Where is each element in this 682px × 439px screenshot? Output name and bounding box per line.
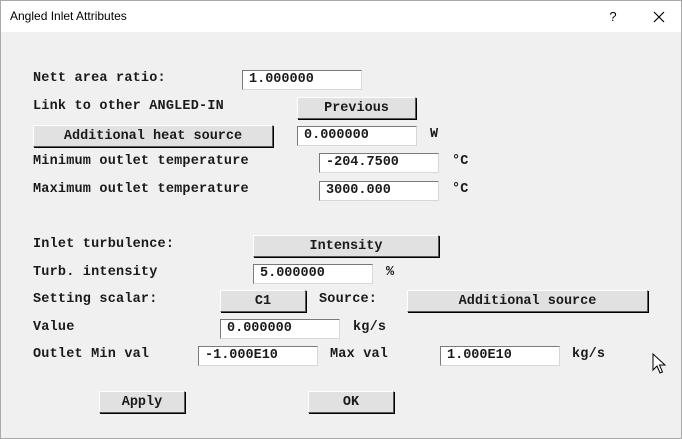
additional-source-button[interactable]: Additional source — [407, 290, 648, 312]
outlet-range-unit: kg/s — [572, 347, 606, 362]
outlet-min-val-field[interactable]: -1.000E10 — [198, 346, 318, 366]
max-val-label: Max val — [330, 347, 389, 362]
setting-scalar-label: Setting scalar: — [33, 292, 158, 307]
additional-heat-source-button[interactable]: Additional heat source — [33, 125, 273, 147]
heat-source-unit: W — [430, 127, 439, 142]
turb-intensity-unit: % — [386, 265, 395, 280]
scalar-c1-button[interactable]: C1 — [220, 290, 306, 312]
source-label: Source: — [319, 292, 378, 307]
turb-intensity-field[interactable]: 5.000000 — [253, 264, 373, 284]
help-icon: ? — [609, 9, 617, 24]
close-button[interactable] — [637, 1, 681, 32]
window-title: Angled Inlet Attributes — [10, 9, 127, 23]
min-outlet-temp-field[interactable]: -204.7500 — [319, 153, 439, 173]
intensity-button[interactable]: Intensity — [253, 235, 439, 257]
dialog-window: Angled Inlet Attributes ? — [0, 0, 682, 439]
link-angled-in-label: Link to other ANGLED-IN — [33, 99, 224, 114]
max-outlet-temp-field[interactable]: 3000.000 — [319, 181, 439, 201]
min-outlet-temp-unit: °C — [452, 154, 469, 169]
previous-button[interactable]: Previous — [297, 97, 416, 119]
turb-intensity-label: Turb. intensity — [33, 265, 158, 280]
apply-button[interactable]: Apply — [99, 391, 185, 413]
heat-source-field[interactable]: 0.000000 — [297, 126, 417, 146]
help-button[interactable]: ? — [591, 1, 635, 32]
ok-button[interactable]: OK — [308, 391, 394, 413]
value-field[interactable]: 0.000000 — [220, 319, 340, 339]
value-unit: kg/s — [353, 320, 387, 335]
max-outlet-temp-unit: °C — [452, 182, 469, 197]
outlet-min-val-label: Outlet Min val — [33, 347, 150, 362]
outlet-max-val-field[interactable]: 1.000E10 — [440, 346, 560, 366]
title-bar: Angled Inlet Attributes ? — [1, 1, 681, 32]
value-label: Value — [33, 320, 75, 335]
nett-area-ratio-field[interactable]: 1.000000 — [242, 70, 362, 90]
max-outlet-temp-label: Maximum outlet temperature — [33, 182, 249, 197]
close-icon — [653, 11, 665, 22]
nett-area-ratio-label: Nett area ratio: — [33, 71, 166, 86]
mouse-cursor-icon — [652, 353, 666, 374]
min-outlet-temp-label: Minimum outlet temperature — [33, 154, 249, 169]
inlet-turbulence-label: Inlet turbulence: — [33, 237, 175, 252]
